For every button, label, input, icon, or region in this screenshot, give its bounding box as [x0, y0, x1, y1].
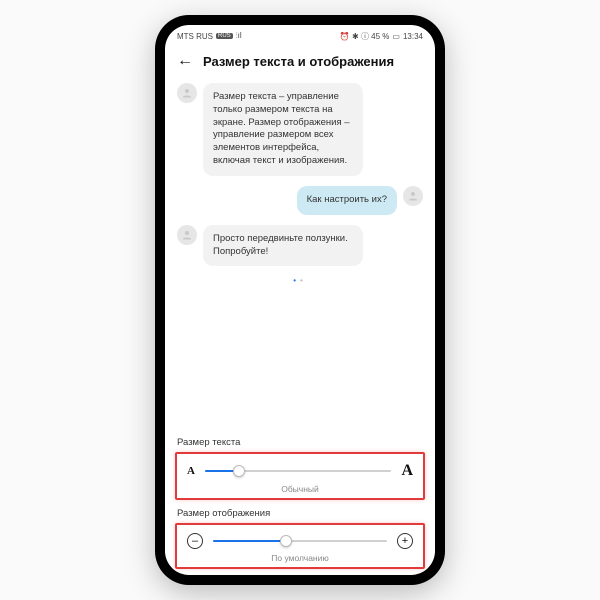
chat-bubble: Размер текста – управление только размер… [203, 83, 363, 176]
minus-icon[interactable]: – [187, 533, 203, 549]
carrier-label: MTS RUS [177, 32, 213, 41]
letter-big-icon: A [401, 462, 413, 480]
page-title: Размер текста и отображения [203, 54, 394, 69]
slider-thumb[interactable] [280, 535, 292, 547]
avatar-icon [177, 225, 197, 245]
back-arrow-icon[interactable]: ← [177, 53, 193, 69]
avatar-icon [403, 186, 423, 206]
slider-fill [213, 540, 286, 542]
status-icons: ⏰ ✱ ⓘ 45 % [340, 31, 390, 42]
chat-bubble: Как настроить их? [297, 186, 397, 215]
chat-row-incoming: Размер текста – управление только размер… [177, 83, 423, 176]
chat-preview: Размер текста – управление только размер… [165, 79, 435, 435]
app-header: ← Размер текста и отображения [165, 47, 435, 79]
avatar-icon [177, 83, 197, 103]
letter-small-icon: A [187, 465, 195, 477]
display-size-caption: По умолчанию [187, 553, 413, 563]
display-size-label: Размер отображения [165, 506, 435, 523]
screen: MTS RUS RUS ⫶ıl ⏰ ✱ ⓘ 45 % ▭ 13:34 ← Раз… [165, 25, 435, 575]
chat-row-incoming: Просто передвиньте ползунки. Попробуйте! [177, 225, 423, 267]
text-size-label: Размер текста [165, 435, 435, 452]
chat-bubble: Просто передвиньте ползунки. Попробуйте! [203, 225, 363, 267]
chat-row-outgoing: Как настроить их? [177, 186, 423, 215]
text-size-slider[interactable] [205, 470, 391, 472]
display-size-slider-box: – + По умолчанию [175, 523, 425, 569]
carrier-badge: RUS [216, 33, 233, 39]
page-indicator: •• [177, 276, 423, 285]
battery-icon: ▭ [392, 32, 400, 41]
clock: 13:34 [403, 32, 423, 41]
signal-icon: ⫶ıl [236, 31, 242, 41]
plus-icon[interactable]: + [397, 533, 413, 549]
phone-frame: MTS RUS RUS ⫶ıl ⏰ ✱ ⓘ 45 % ▭ 13:34 ← Раз… [155, 15, 445, 585]
text-size-slider-box: A A Обычный [175, 452, 425, 500]
status-bar: MTS RUS RUS ⫶ıl ⏰ ✱ ⓘ 45 % ▭ 13:34 [165, 25, 435, 47]
text-size-caption: Обычный [187, 484, 413, 494]
display-size-slider[interactable] [213, 540, 387, 542]
slider-thumb[interactable] [233, 465, 245, 477]
